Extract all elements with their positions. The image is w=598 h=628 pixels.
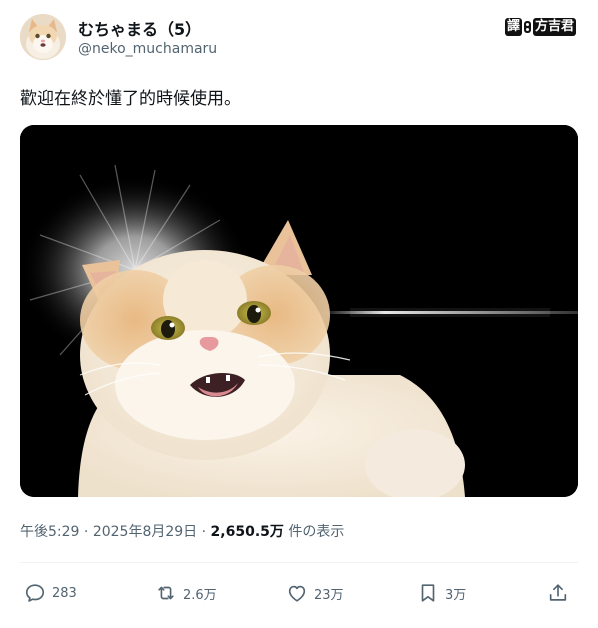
tweet-date[interactable]: 2025年8月29日 — [93, 524, 197, 540]
translator-mark-left: 譯 — [504, 18, 522, 36]
author-display-name[interactable]: むちゃまる（5） — [78, 16, 201, 40]
meta-separator: · — [79, 524, 93, 540]
divider — [20, 562, 578, 563]
share-icon — [549, 584, 567, 601]
tweet-time[interactable]: 午後5:29 — [20, 524, 79, 540]
reply-count: 283 — [52, 585, 77, 601]
like-button[interactable]: 23万 — [286, 578, 344, 608]
bookmark-icon — [421, 584, 435, 602]
meta-separator: · — [197, 524, 211, 540]
retweet-icon — [158, 586, 174, 600]
tweet-card: むちゃまる（5） @neko_muchamaru 譯 方吉君 歡迎在終於懂了的時… — [0, 0, 598, 628]
heart-icon — [288, 585, 306, 602]
retweet-button[interactable]: 2.6万 — [155, 578, 217, 608]
cat-photo — [20, 125, 578, 497]
bookmark-button[interactable]: 3万 — [417, 578, 466, 608]
tweet-media[interactable] — [20, 125, 578, 497]
translator-mark-separator — [523, 21, 531, 33]
like-count: 23万 — [314, 587, 344, 603]
reply-button[interactable]: 283 — [24, 578, 77, 608]
author-handle[interactable]: @neko_muchamaru — [78, 41, 217, 57]
bookmark-count: 3万 — [445, 587, 467, 603]
translator-watermark: 譯 方吉君 — [504, 18, 576, 36]
views-label: 件の表示 — [283, 524, 345, 540]
views-count: 2,650.5万 — [210, 524, 284, 540]
avatar[interactable] — [20, 14, 66, 60]
tweet-meta: 午後5:29 · 2025年8月29日 · 2,650.5万 件の表示 — [20, 521, 344, 541]
share-button[interactable] — [547, 578, 569, 608]
translator-mark-right: 方吉君 — [532, 18, 576, 36]
retweet-count: 2.6万 — [183, 587, 217, 603]
reply-icon — [25, 584, 45, 602]
cat-avatar-image — [20, 14, 66, 60]
tweet-text: 歡迎在終於懂了的時候使用。 — [20, 89, 241, 109]
